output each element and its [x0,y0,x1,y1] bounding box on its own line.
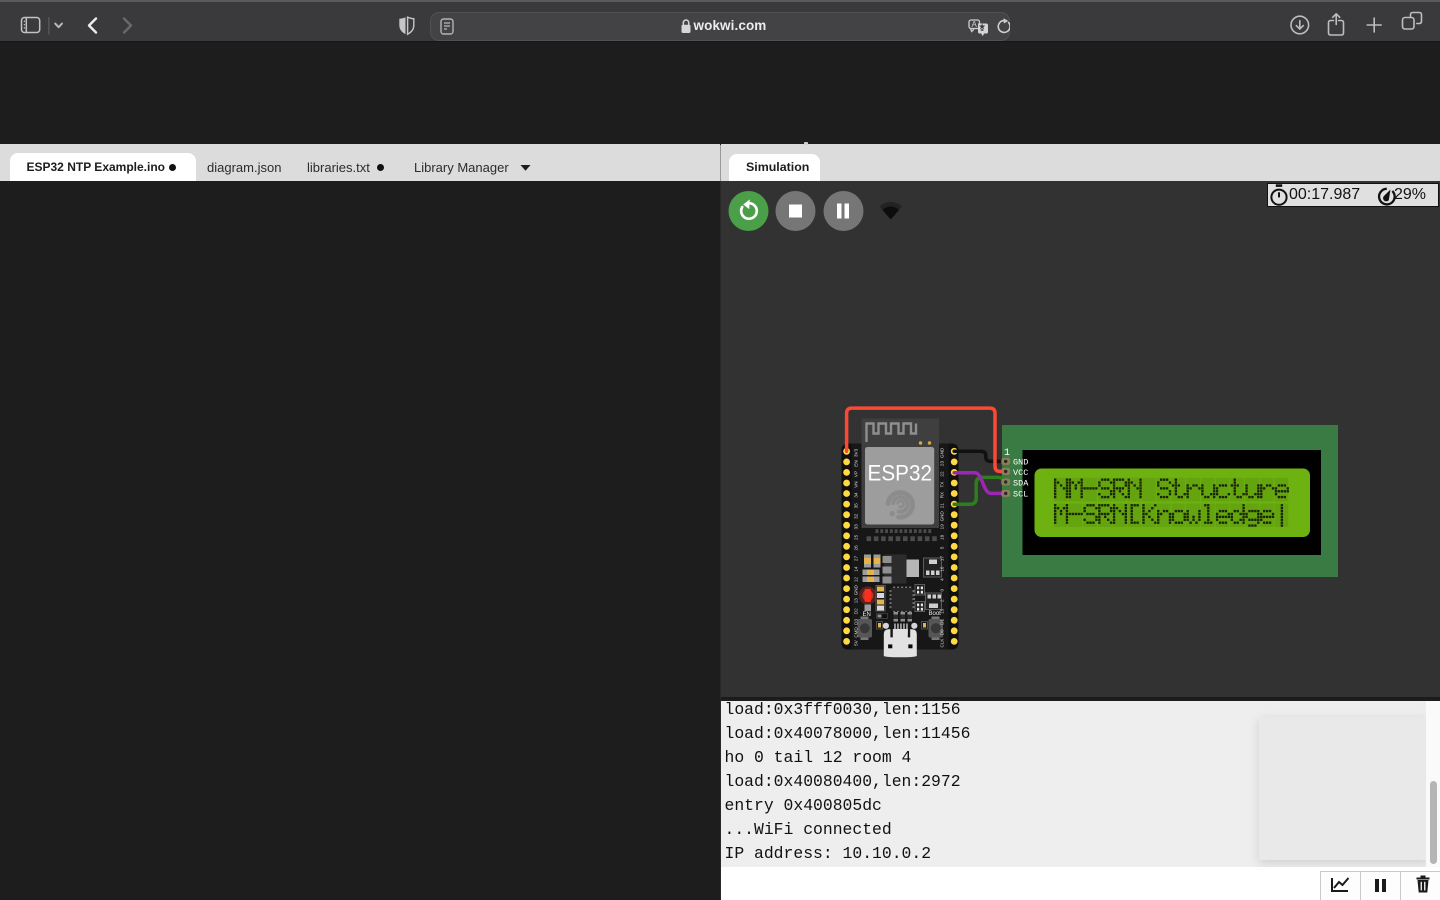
svg-text:4: 4 [940,578,945,581]
svg-text:SDA: SDA [1013,479,1029,489]
svg-text:35: 35 [854,503,859,509]
svg-text:16: 16 [940,566,945,572]
svg-text:GND: GND [940,511,945,522]
svg-text:1: 1 [1004,448,1010,459]
svg-text:17: 17 [940,556,945,562]
svg-text:21: 21 [940,503,945,509]
svg-text:19: 19 [940,524,945,530]
svg-text:23: 23 [940,461,945,467]
svg-text:22: 22 [940,471,945,477]
svg-text:5V: 5V [854,639,859,646]
svg-text:EN: EN [854,460,859,466]
svg-text:GND: GND [940,447,945,458]
svg-text:15: 15 [940,608,945,614]
svg-text:13: 13 [854,598,859,604]
svg-text:D0: D0 [940,629,945,635]
svg-text:18: 18 [940,534,945,540]
svg-text:ESP32: ESP32 [868,460,933,485]
svg-text:14: 14 [854,566,859,572]
svg-text:SCL: SCL [1013,490,1028,500]
svg-text:CLK: CLK [940,638,945,648]
svg-text:D2: D2 [854,608,859,614]
svg-text:34: 34 [854,492,859,498]
svg-text:A: A [972,20,978,29]
svg-text:25: 25 [854,534,859,540]
svg-text:VN: VN [854,481,859,487]
svg-text:VP: VP [854,471,859,477]
svg-text:VCC: VCC [1013,468,1028,478]
svg-text:5: 5 [940,546,945,549]
svg-text:33: 33 [854,524,859,530]
svg-text:3V3: 3V3 [854,448,859,457]
svg-text:26: 26 [854,545,859,551]
svg-text:0: 0 [940,588,945,591]
svg-text:GND: GND [854,584,859,595]
svg-text:CMD: CMD [854,626,859,637]
svg-text:GND: GND [1013,458,1028,468]
svg-text:32: 32 [854,513,859,519]
svg-text:RX: RX [940,492,945,498]
svg-text:TX: TX [940,482,945,488]
svg-text:12: 12 [854,577,859,583]
svg-text:D1: D1 [940,619,945,625]
svg-text:D3: D3 [854,619,859,625]
svg-text:27: 27 [854,556,859,562]
svg-text:2: 2 [940,599,945,602]
